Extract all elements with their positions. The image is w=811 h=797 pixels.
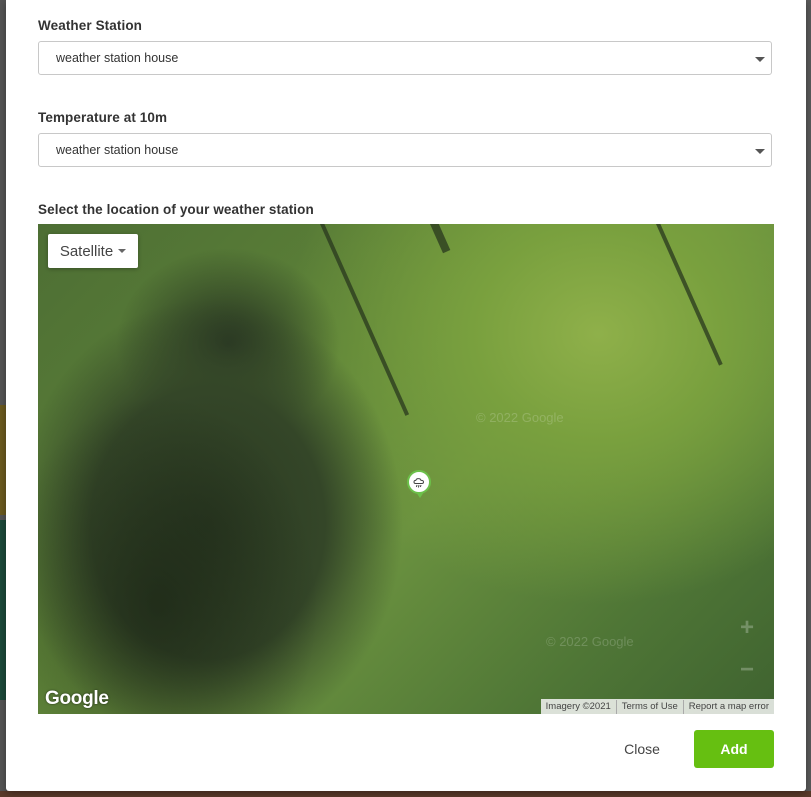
report-map-error-link[interactable]: Report a map error xyxy=(682,699,774,714)
location-label: Select the location of your weather stat… xyxy=(38,202,314,217)
close-button[interactable]: Close xyxy=(602,731,682,767)
caret-down-icon xyxy=(118,249,127,253)
imagery-credit: Imagery ©2021 xyxy=(545,700,611,712)
map-type-label: Satellite xyxy=(59,242,114,260)
background-page-right xyxy=(806,0,811,797)
temperature-select[interactable]: weather station house xyxy=(38,133,772,167)
tree-canopy-shade xyxy=(38,224,774,714)
zoom-out-icon: − xyxy=(739,656,754,683)
weather-station-selected-value: weather station house xyxy=(56,51,179,65)
location-map[interactable]: © 2022 Google © 2022 Google + − Satellit… xyxy=(38,224,774,714)
map-type-control[interactable]: Satellite xyxy=(48,234,138,268)
weather-station-marker[interactable] xyxy=(407,470,431,498)
zoom-in-icon: + xyxy=(739,614,754,641)
map-attribution: Imagery ©2021 Terms of Use Report a map … xyxy=(540,699,774,714)
temperature-label: Temperature at 10m xyxy=(38,110,168,125)
google-logo: Google xyxy=(45,688,109,709)
chevron-down-icon xyxy=(755,57,765,62)
weather-station-select[interactable]: weather station house xyxy=(38,41,772,75)
add-button[interactable]: Add xyxy=(694,730,774,768)
map-watermark: © 2022 Google xyxy=(476,410,564,425)
weather-station-icon xyxy=(413,478,425,488)
temperature-selected-value: weather station house xyxy=(56,143,179,157)
background-page-bottom xyxy=(0,791,811,797)
weather-station-label: Weather Station xyxy=(38,18,143,33)
add-weather-station-dialog: Weather Station weather station house Te… xyxy=(6,0,806,791)
map-watermark: © 2022 Google xyxy=(546,634,634,649)
chevron-down-icon xyxy=(755,149,765,154)
terms-of-use-link[interactable]: Terms of Use xyxy=(615,699,683,714)
